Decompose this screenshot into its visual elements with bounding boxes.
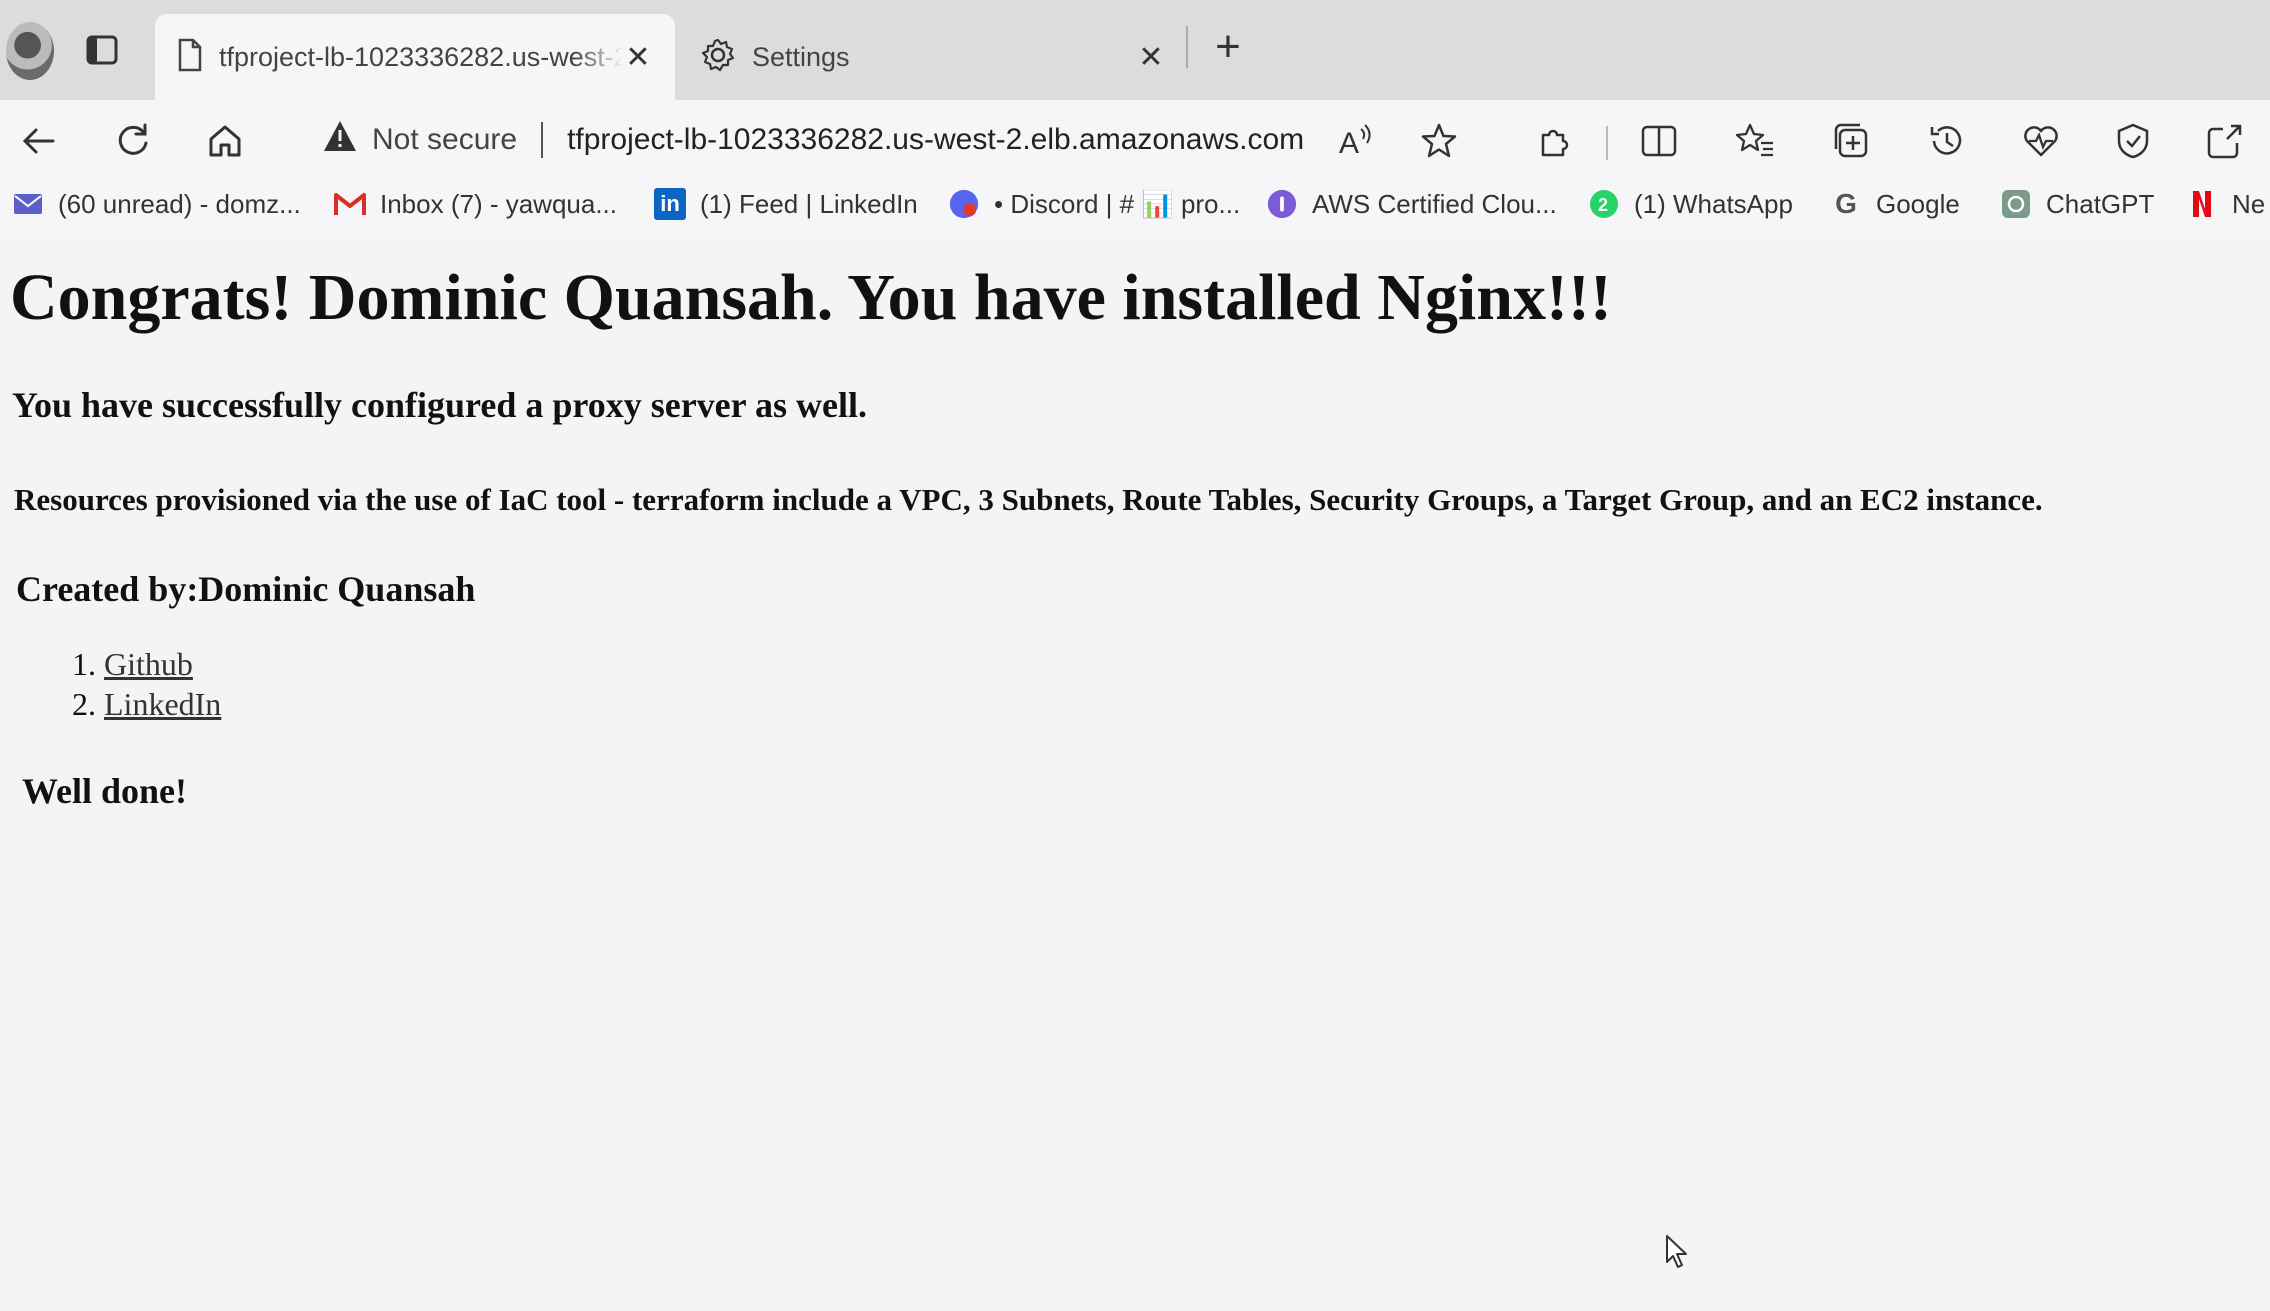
favorites-bar: (60 unread) - domz... Inbox (7) - yawqua… — [0, 176, 2270, 234]
tab-nginx-page[interactable]: tfproject-lb-1023336282.us-west-2.elb.am… — [155, 14, 675, 100]
favorite-label: (1) WhatsApp — [1634, 188, 1793, 219]
netflix-icon — [2186, 188, 2218, 220]
github-link[interactable]: Github — [104, 646, 193, 682]
created-by-heading: Created by:Dominic Quansah — [16, 569, 476, 609]
toolbar-separator — [1606, 126, 1608, 160]
favorite-label: Ne — [2232, 188, 2266, 219]
whatsapp-icon: 2 — [1588, 188, 1620, 220]
profile-avatar[interactable] — [6, 22, 54, 80]
aws-course-icon — [1266, 188, 1298, 220]
favorite-item[interactable]: G Google — [1830, 184, 1960, 224]
tab-divider — [1186, 26, 1188, 68]
favorite-item[interactable]: 2 (1) WhatsApp — [1588, 184, 1793, 224]
mouse-cursor-icon — [1665, 1234, 1691, 1270]
favorite-star-icon[interactable] — [1414, 116, 1464, 166]
links-list: Github LinkedIn — [24, 644, 221, 724]
navigation-toolbar: Not secure tfproject-lb-1023336282.us-we… — [0, 100, 2270, 182]
list-item: LinkedIn — [104, 684, 221, 724]
address-separator — [541, 122, 544, 158]
page-content: Congrats! Dominic Quansah. You have inst… — [0, 234, 2270, 1311]
favorite-item[interactable]: Ne — [2186, 184, 2265, 224]
favorite-label: Inbox (7) - yawqua... — [380, 188, 617, 219]
favorite-label: ChatGPT — [2046, 188, 2155, 219]
favorite-item[interactable]: • Discord | # 📊 pro... — [948, 184, 1240, 224]
tab-actions-icon[interactable] — [82, 30, 122, 70]
page-icon — [177, 38, 203, 77]
home-icon[interactable] — [200, 116, 250, 166]
gmail-icon — [334, 188, 366, 220]
url-text[interactable]: tfproject-lb-1023336282.us-west-2.elb.am… — [567, 123, 1304, 157]
favorite-item[interactable]: in (1) Feed | LinkedIn — [654, 184, 918, 224]
linkedin-link[interactable]: LinkedIn — [104, 686, 221, 722]
chatgpt-icon — [2000, 188, 2032, 220]
address-bar[interactable]: Not secure tfproject-lb-1023336282.us-we… — [292, 106, 1452, 174]
close-tab-icon[interactable]: ✕ — [623, 41, 653, 74]
read-aloud-icon[interactable]: A — [1330, 116, 1380, 166]
svg-text:2: 2 — [1598, 195, 1608, 215]
favorite-item[interactable]: (60 unread) - domz... — [12, 184, 301, 224]
security-label: Not secure — [372, 123, 518, 156]
history-icon[interactable] — [1922, 116, 1972, 166]
list-item: Github — [104, 644, 221, 684]
browser-window: tfproject-lb-1023336282.us-west-2.elb.am… — [0, 0, 2270, 1311]
page-subheading: You have successfully configured a proxy… — [12, 385, 867, 425]
favorite-item[interactable]: ChatGPT — [2000, 184, 2154, 224]
close-tab-icon[interactable]: ✕ — [1136, 41, 1166, 74]
svg-text:A: A — [1339, 127, 1359, 160]
linkedin-icon: in — [654, 188, 686, 220]
favorite-label: AWS Certified Clou... — [1312, 188, 1557, 219]
performance-heart-icon[interactable] — [2016, 116, 2066, 166]
favorite-label: (60 unread) - domz... — [58, 188, 301, 219]
tab-settings[interactable]: Settings ✕ — [678, 14, 1188, 100]
favorite-label: Google — [1876, 188, 1960, 219]
refresh-icon[interactable] — [108, 116, 158, 166]
tab-strip: tfproject-lb-1023336282.us-west-2.elb.am… — [0, 0, 2270, 100]
discord-icon — [948, 188, 980, 220]
mail-icon — [12, 188, 44, 220]
resources-paragraph: Resources provisioned via the use of IaC… — [14, 482, 2043, 517]
split-screen-icon[interactable] — [1634, 116, 1684, 166]
favorites-icon[interactable] — [1730, 116, 1780, 166]
favorite-label: • Discord | # 📊 pro... — [994, 188, 1241, 219]
favorite-item[interactable]: AWS Certified Clou... — [1266, 184, 1557, 224]
favorite-label: (1) Feed | LinkedIn — [700, 188, 918, 219]
page-heading: Congrats! Dominic Quansah. You have inst… — [10, 261, 1612, 334]
collections-icon[interactable] — [1826, 116, 1876, 166]
gear-icon — [700, 37, 736, 78]
security-indicator[interactable]: Not secure — [322, 119, 517, 161]
favorite-item[interactable]: Inbox (7) - yawqua... — [334, 184, 617, 224]
new-tab-button[interactable]: + — [1205, 22, 1251, 71]
tab-title: Settings — [752, 41, 850, 72]
tab-title: tfproject-lb-1023336282.us-west-2.elb.am… — [219, 41, 623, 72]
closing-text: Well done! — [22, 771, 188, 811]
share-icon[interactable] — [2200, 116, 2250, 166]
browser-essentials-icon[interactable] — [2108, 116, 2158, 166]
warning-icon — [322, 119, 358, 161]
extensions-icon[interactable] — [1530, 116, 1580, 166]
back-icon[interactable] — [14, 116, 64, 166]
google-icon: G — [1835, 188, 1857, 219]
